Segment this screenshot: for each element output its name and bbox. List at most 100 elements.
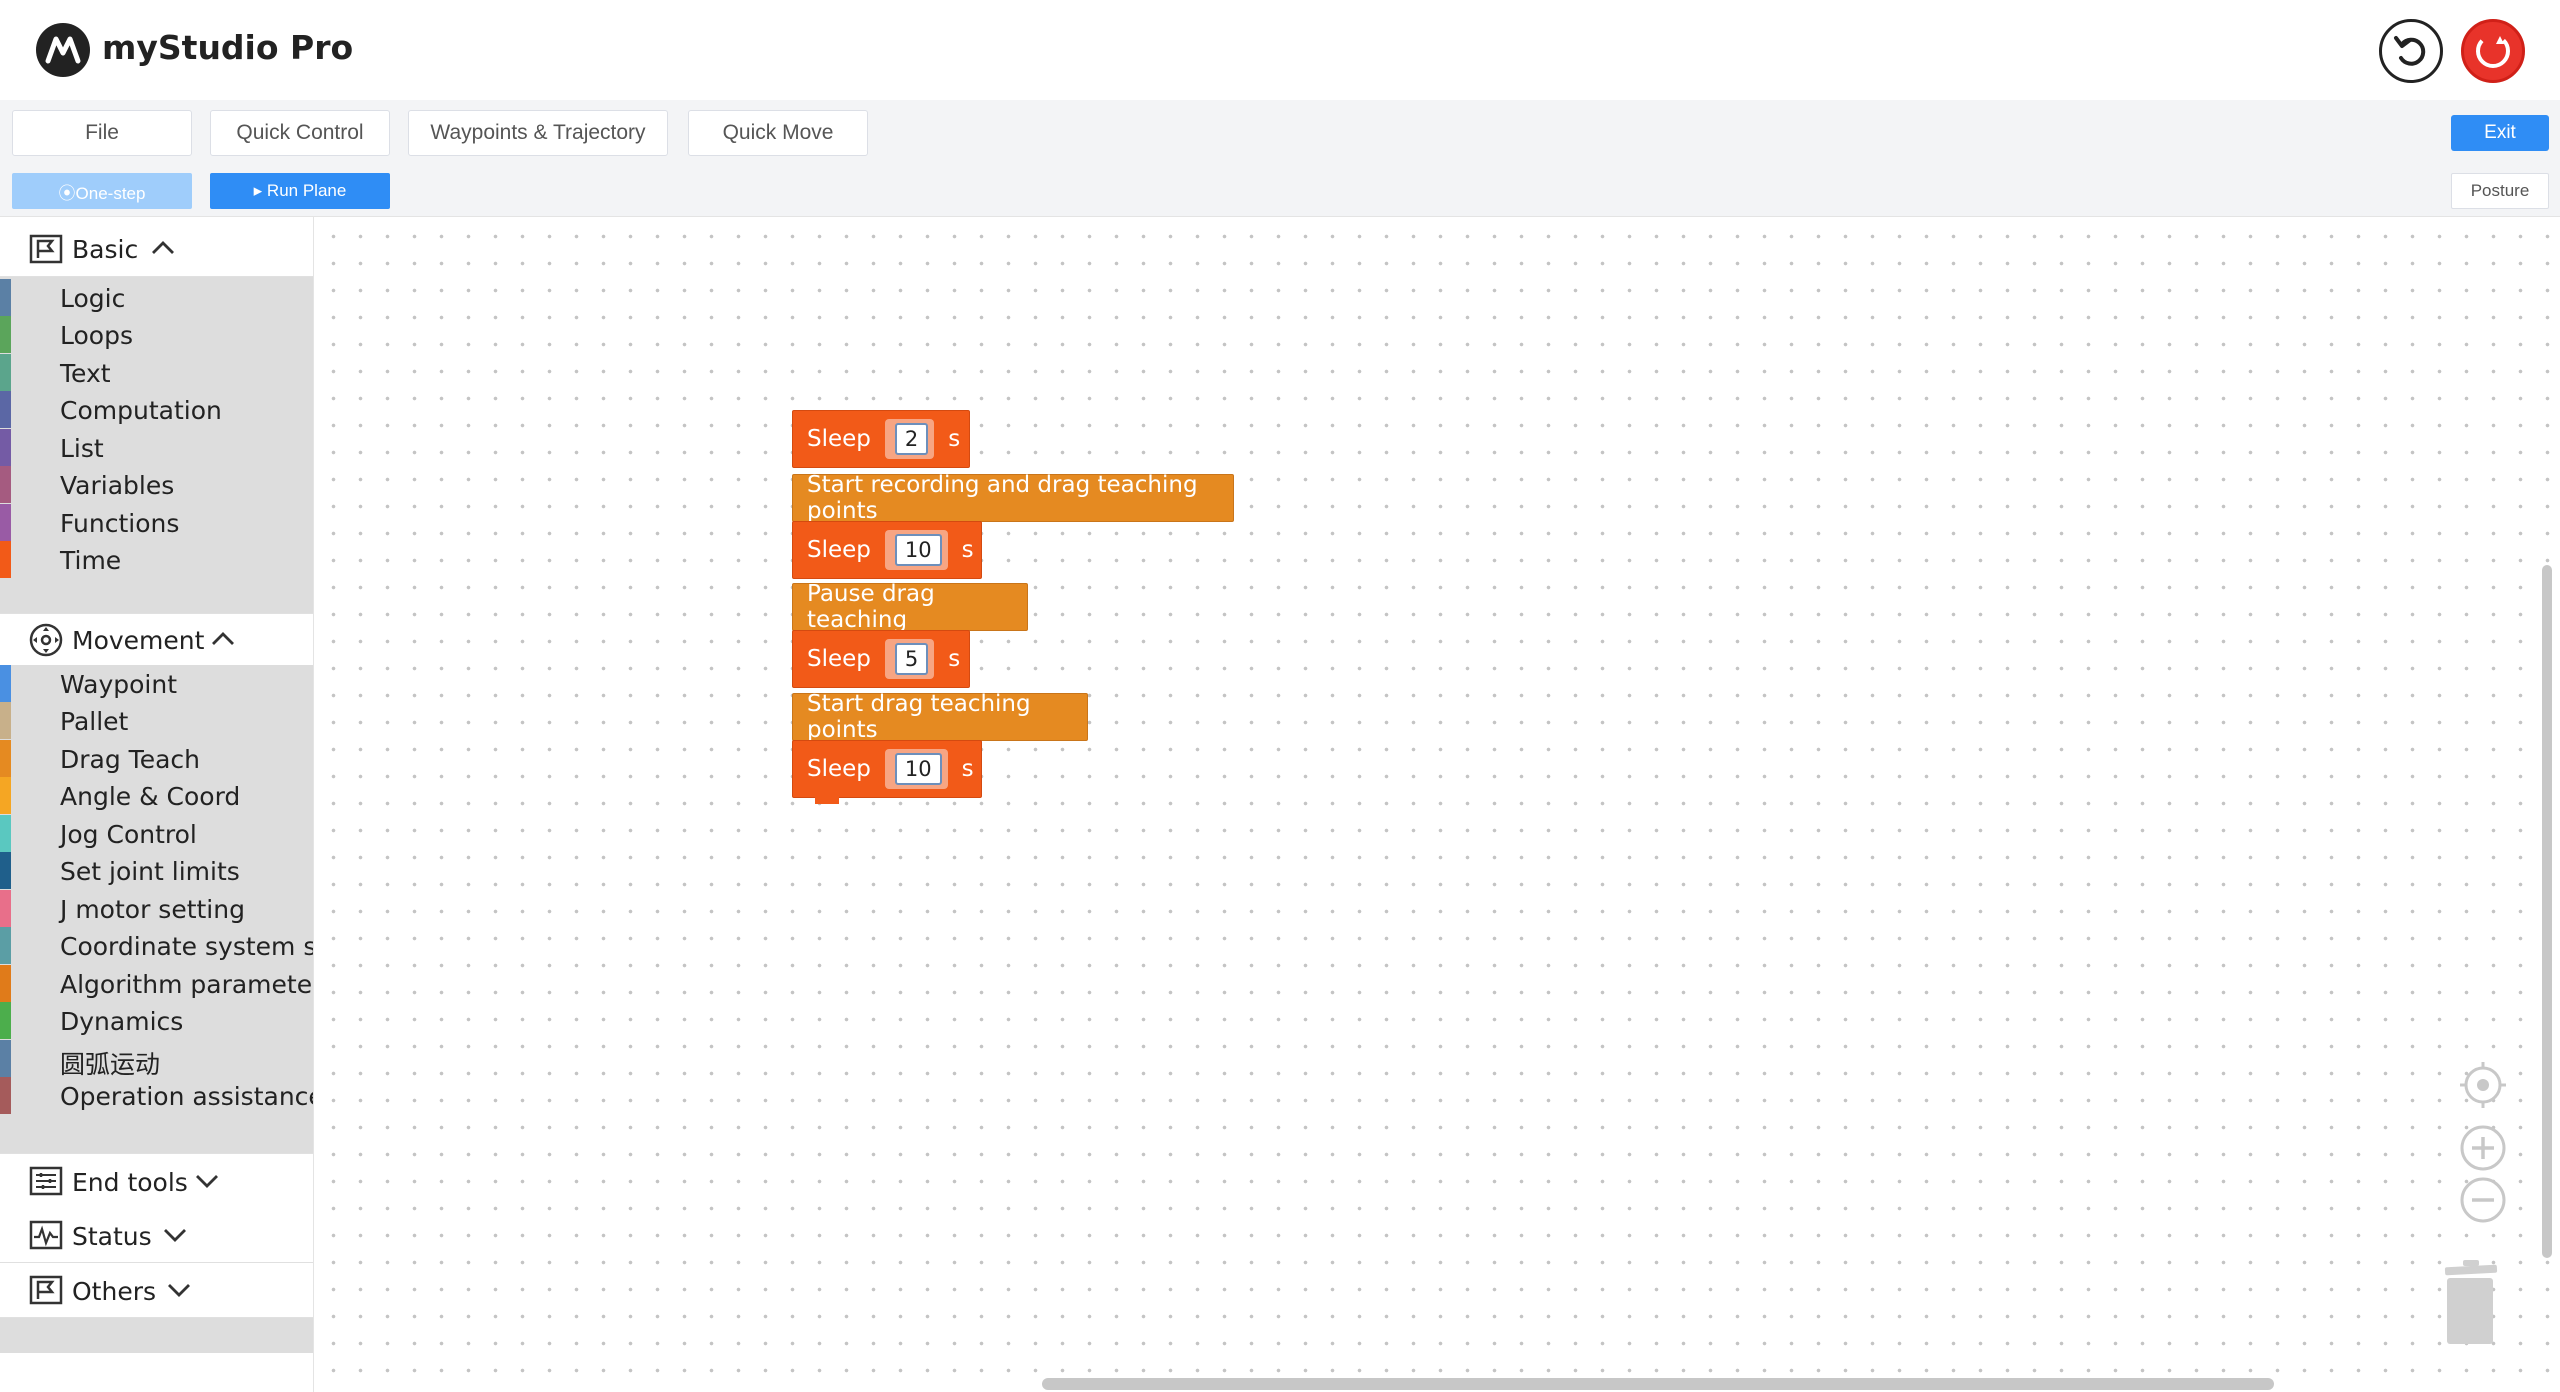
category-item-label: Computation: [60, 396, 222, 425]
category-item-arc-motion[interactable]: 圆弧运动: [0, 1040, 313, 1079]
category-item-computation[interactable]: Computation: [0, 391, 313, 428]
category-movement-header[interactable]: Movement: [0, 613, 313, 666]
blockly-workspace[interactable]: Sleep 2 s Start recording and drag teach…: [314, 217, 2560, 1392]
sleep-value-input[interactable]: 10: [894, 753, 942, 785]
block-label: Sleep: [807, 537, 871, 563]
sleep-block[interactable]: Sleep 5 s: [792, 630, 970, 688]
zoom-in-icon[interactable]: [2458, 1123, 2508, 1173]
chevron-up-icon: [212, 632, 234, 645]
posture-button[interactable]: Posture: [2451, 173, 2549, 209]
category-item-time[interactable]: Time: [0, 541, 313, 578]
category-others-label: Others: [72, 1277, 157, 1306]
category-item-variables[interactable]: Variables: [0, 466, 313, 503]
menu-quick-move[interactable]: Quick Move: [688, 110, 868, 156]
category-item-set-joint-limits[interactable]: Set joint limits: [0, 852, 313, 889]
color-marker: [0, 927, 11, 964]
menu-file[interactable]: File: [12, 110, 192, 156]
category-end-tools-header[interactable]: End tools: [0, 1153, 313, 1209]
category-item-label: Variables: [60, 471, 175, 500]
color-marker: [0, 279, 11, 316]
color-marker: [0, 429, 11, 466]
sleep-value-input[interactable]: 5: [894, 643, 929, 675]
category-item-operation-assistance[interactable]: Operation assistance: [0, 1077, 313, 1114]
category-item-logic[interactable]: Logic: [0, 279, 313, 316]
exit-button[interactable]: Exit: [2451, 115, 2549, 151]
category-item-dynamics[interactable]: Dynamics: [0, 1002, 313, 1039]
category-item-pallet[interactable]: Pallet: [0, 702, 313, 739]
category-item-label: Pallet: [60, 707, 129, 736]
category-movement-label: Movement: [72, 626, 205, 655]
menu-quick-control[interactable]: Quick Control: [210, 110, 390, 156]
color-marker: [0, 466, 11, 503]
trash-icon[interactable]: [2437, 1258, 2503, 1348]
flag-icon: [29, 234, 63, 264]
zoom-out-icon[interactable]: [2458, 1175, 2508, 1225]
category-item-loops[interactable]: Loops: [0, 316, 313, 353]
category-item-label: Functions: [60, 509, 180, 538]
run-plane-button[interactable]: ▸ Run Plane: [210, 173, 390, 209]
app-header: myStudio Pro: [0, 0, 2560, 100]
color-marker: [0, 541, 11, 578]
value-socket: 5: [884, 639, 935, 679]
category-basic-header[interactable]: Basic: [0, 217, 313, 277]
color-marker: [0, 316, 11, 353]
power-button[interactable]: [2461, 19, 2525, 83]
color-marker: [0, 504, 11, 541]
color-marker: [0, 1002, 11, 1039]
color-marker: [0, 815, 11, 852]
power-icon: [2476, 34, 2510, 68]
sleep-block[interactable]: Sleep 10 s: [792, 521, 982, 579]
drag-teach-block[interactable]: Pause drag teaching: [792, 581, 1028, 633]
menu-waypoints-trajectory[interactable]: Waypoints & Trajectory: [408, 110, 668, 156]
category-item-text[interactable]: Text: [0, 354, 313, 391]
color-marker: [0, 354, 11, 391]
recenter-icon[interactable]: [2458, 1060, 2508, 1110]
category-item-functions[interactable]: Functions: [0, 504, 313, 541]
color-marker: [0, 391, 11, 428]
sleep-block[interactable]: Sleep 2 s: [792, 410, 970, 468]
vertical-scrollbar[interactable]: [2542, 565, 2552, 1258]
category-status-header[interactable]: Status: [0, 1208, 313, 1263]
block-label: Start drag teaching points: [807, 691, 1031, 743]
color-marker: [0, 852, 11, 889]
category-item-label: 圆弧运动: [60, 1050, 161, 1079]
block-label: Sleep: [807, 426, 871, 452]
sleep-value-input[interactable]: 10: [894, 534, 942, 566]
category-others-header[interactable]: Others: [0, 1263, 313, 1318]
category-item-drag-teach[interactable]: Drag Teach: [0, 740, 313, 777]
category-item-label: Loops: [60, 321, 133, 350]
unit-label: s: [948, 646, 961, 672]
sleep-value-input[interactable]: 2: [894, 423, 929, 455]
drag-teach-block[interactable]: Start drag teaching points: [792, 691, 1088, 743]
category-item-list[interactable]: List: [0, 429, 313, 466]
toolbar: File Quick Control Waypoints & Trajector…: [0, 100, 2560, 217]
color-marker: [0, 665, 11, 702]
category-item-waypoint[interactable]: Waypoint: [0, 665, 313, 702]
app-title: myStudio Pro: [102, 28, 354, 67]
category-item-label: Jog Control: [60, 820, 197, 849]
drag-teach-block[interactable]: Start recording and drag teaching points: [792, 472, 1234, 524]
one-step-button[interactable]: ⦿One-step: [12, 173, 192, 209]
category-item-j-motor-setting[interactable]: J motor setting: [0, 890, 313, 927]
category-item-label: J motor setting: [60, 895, 245, 924]
chevron-down-icon: [196, 1175, 218, 1188]
category-item-algorithm-parameters[interactable]: Algorithm parameters: [0, 965, 313, 1002]
horizontal-scrollbar[interactable]: [1042, 1378, 2274, 1390]
unit-label: s: [948, 426, 961, 452]
value-socket: 10: [884, 749, 948, 789]
category-item-label: Operation assistance: [60, 1082, 314, 1111]
category-item-label: Waypoint: [60, 670, 177, 699]
block-label: Sleep: [807, 646, 871, 672]
undo-button[interactable]: [2379, 19, 2443, 83]
category-item-coordinate-system[interactable]: Coordinate system sett: [0, 927, 313, 964]
block-label: Sleep: [807, 756, 871, 782]
value-socket: 2: [884, 419, 935, 459]
category-item-label: Text: [60, 359, 111, 388]
category-basic-list: Logic Loops Text Computation List Variab…: [0, 277, 313, 617]
category-item-label: List: [60, 434, 104, 463]
category-item-jog-control[interactable]: Jog Control: [0, 815, 313, 852]
chevron-up-icon: [152, 241, 174, 254]
sleep-block[interactable]: Sleep 10 s: [792, 740, 982, 804]
category-item-angle-coord[interactable]: Angle & Coord: [0, 777, 313, 814]
color-marker: [0, 1040, 11, 1077]
